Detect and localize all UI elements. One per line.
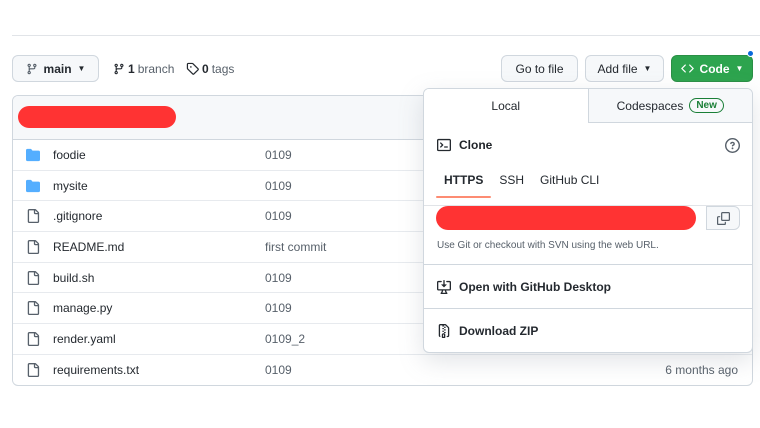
clone-title: Clone (459, 138, 493, 152)
copy-url-button[interactable] (706, 206, 740, 230)
file-name-link[interactable]: .gitignore (53, 209, 102, 223)
tab-codespaces[interactable]: Codespaces New (589, 89, 753, 122)
file-name-link[interactable]: foodie (53, 148, 86, 162)
file-icon (26, 209, 40, 224)
git-branch-icon (114, 63, 124, 74)
table-row: requirements.txt 0109 6 months ago (13, 355, 752, 385)
tag-count: 0 (202, 61, 209, 76)
terminal-icon (437, 138, 451, 152)
commit-age: 6 months ago (665, 363, 738, 378)
new-badge: New (689, 98, 724, 113)
add-file-button[interactable]: Add file ▼ (585, 55, 664, 82)
tag-icon (186, 62, 199, 75)
open-desktop-label: Open with GitHub Desktop (459, 279, 611, 294)
commit-message-link[interactable]: 0109 (265, 209, 292, 223)
folder-icon (26, 148, 40, 162)
go-to-file-button[interactable]: Go to file (501, 55, 578, 82)
top-divider (12, 35, 760, 36)
clone-hint: Use Git or checkout with SVN using the w… (437, 240, 659, 251)
code-dropdown-panel: Local Codespaces New Clone HTTPS SSH Git… (423, 88, 753, 353)
file-name-link[interactable]: mysite (53, 179, 88, 193)
code-icon (680, 64, 694, 73)
file-name-link[interactable]: build.sh (53, 271, 94, 285)
commit-message-link[interactable]: 0109_2 (265, 332, 305, 346)
branch-word: branch (137, 61, 175, 76)
branch-selector-button[interactable]: main ▼ (12, 55, 99, 82)
commit-message-link[interactable]: 0109 (265, 301, 292, 315)
clone-section: Clone HTTPS SSH GitHub CLI Use Git or ch… (424, 124, 752, 265)
tags-link[interactable]: 0 tags (186, 55, 234, 82)
file-name-link[interactable]: requirements.txt (53, 363, 139, 377)
codespaces-label: Codespaces (616, 98, 684, 113)
download-zip-button[interactable]: Download ZIP (424, 309, 752, 352)
clone-heading: Clone (437, 138, 492, 152)
file-icon (26, 301, 40, 316)
file-name-link[interactable]: README.md (53, 240, 124, 254)
code-panel-tabs: Local Codespaces New (424, 89, 752, 123)
git-branch-icon (27, 63, 37, 74)
tab-ssh[interactable]: SSH (491, 173, 532, 198)
folder-icon (26, 179, 40, 193)
file-icon (26, 240, 40, 255)
file-name-link[interactable]: manage.py (53, 301, 112, 315)
file-icon (26, 362, 40, 377)
file-name-link[interactable]: render.yaml (53, 332, 116, 346)
chevron-down-icon: ▼ (643, 63, 652, 73)
code-button[interactable]: Code ▼ (671, 55, 753, 82)
chevron-down-icon: ▼ (77, 63, 86, 73)
branch-name: main (43, 61, 72, 76)
chevron-down-icon: ▼ (735, 63, 744, 73)
code-label: Code (699, 61, 730, 76)
protocol-tabs: HTTPS SSH GitHub CLI (436, 173, 607, 198)
copy-icon (716, 211, 730, 225)
clone-url-group (436, 206, 740, 230)
open-github-desktop-button[interactable]: Open with GitHub Desktop (424, 265, 752, 309)
desktop-download-icon (437, 279, 451, 294)
redacted-commit-info (18, 106, 176, 128)
repo-toolbar: main ▼ 1 branch 0 tags Go to file Add fi… (12, 50, 754, 82)
commit-message-link[interactable]: first commit (265, 240, 326, 254)
tab-local[interactable]: Local (424, 89, 589, 123)
tab-github-cli[interactable]: GitHub CLI (532, 173, 607, 198)
commit-message-link[interactable]: 0109 (265, 363, 292, 377)
notification-dot (747, 50, 754, 57)
tag-word: tags (211, 61, 235, 76)
help-icon[interactable] (725, 138, 740, 153)
commit-message-link[interactable]: 0109 (265, 271, 292, 285)
file-icon (26, 332, 40, 347)
redacted-clone-url-field[interactable] (436, 206, 696, 230)
branch-count: 1 (128, 61, 135, 76)
branches-link[interactable]: 1 branch (113, 55, 174, 82)
commit-message-link[interactable]: 0109 (265, 179, 292, 193)
tab-https[interactable]: HTTPS (436, 173, 492, 198)
file-icon (26, 270, 40, 285)
commit-message-link[interactable]: 0109 (265, 148, 292, 162)
file-zip-icon (438, 324, 450, 338)
download-zip-label: Download ZIP (459, 324, 539, 338)
add-file-label: Add file (597, 61, 638, 76)
